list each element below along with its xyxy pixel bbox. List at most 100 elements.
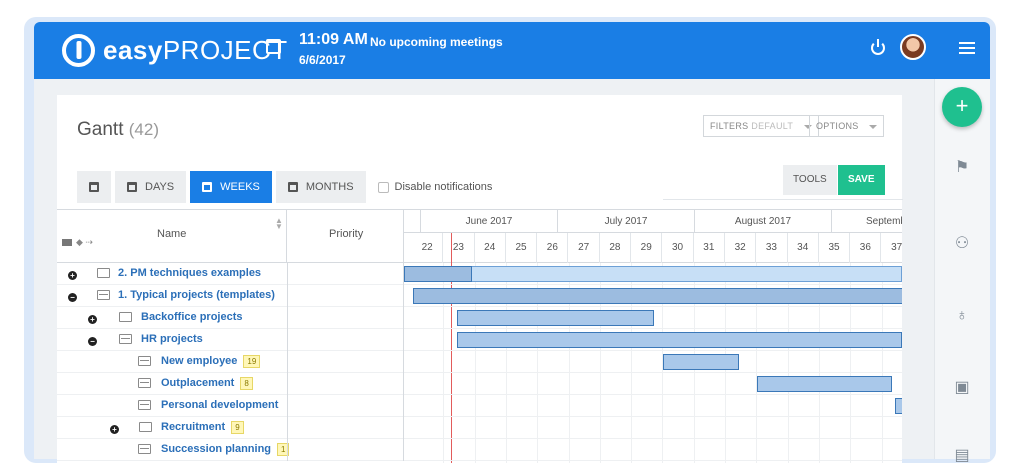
add-button[interactable]: + — [942, 87, 982, 127]
week-header: 22 — [412, 233, 444, 263]
week-header: 30 — [662, 233, 694, 263]
table-row[interactable]: + Recruitment 9 — [57, 417, 902, 439]
folder-icon — [139, 422, 152, 432]
days-button[interactable]: DAYS — [115, 171, 187, 203]
collapse-icon[interactable]: − — [68, 293, 77, 302]
row-label-text: New employee — [161, 355, 238, 367]
row-label[interactable]: HR projects — [141, 333, 203, 345]
name-column-label: Name — [157, 228, 187, 240]
row-label[interactable]: 1. Typical projects (templates) — [118, 289, 275, 301]
week-header: 28 — [600, 233, 632, 263]
week-header: 25 — [506, 233, 538, 263]
expand-icon[interactable]: + — [88, 315, 97, 324]
main-content: Gantt (42) FILTERS DEFAULT OPTIONS DAYS — [34, 79, 934, 463]
row-label[interactable]: Succession planning 1 — [161, 443, 290, 456]
easy-project-logo[interactable]: easyPROJECT — [62, 34, 288, 67]
calendar-icon — [287, 182, 298, 192]
document-icon[interactable]: ▤ — [953, 447, 971, 463]
folder-open-icon — [138, 378, 151, 388]
row-label[interactable]: Personal development — [161, 399, 278, 411]
name-column-header[interactable]: Name ▲ ▼ ◆ ⇢ — [57, 210, 287, 263]
months-button[interactable]: MONTHS — [275, 171, 366, 203]
calendar-icon[interactable] — [266, 39, 281, 54]
table-row[interactable]: New employee 19 — [57, 351, 902, 373]
sort-icon[interactable]: ▲ ▼ — [275, 217, 283, 231]
right-sidebar: + ⚑ ⚇ ♁ ▣ ▤ — [934, 79, 990, 463]
calendar-icon — [127, 182, 137, 192]
week-header: 27 — [569, 233, 600, 263]
table-row[interactable]: Personal development — [57, 395, 902, 417]
app-frame: easyPROJECT 11:09 AM No upcoming meeting… — [24, 17, 996, 463]
weeks-label: WEEKS — [220, 181, 260, 193]
expand-collapse-icon[interactable]: ◆ ⇢ — [76, 237, 93, 248]
upcoming-meetings[interactable]: No upcoming meetings — [370, 35, 503, 49]
collapse-icon[interactable]: − — [88, 337, 97, 346]
week-header: 23 — [443, 233, 475, 263]
priority-cell — [287, 439, 404, 461]
priority-cell — [287, 395, 404, 417]
week-header: 24 — [475, 233, 506, 263]
calendar-toggle-button[interactable] — [77, 171, 111, 203]
logo-bold: easy — [103, 35, 163, 65]
month-header: Septemb — [865, 216, 902, 227]
days-label: DAYS — [145, 181, 175, 193]
folder-open-icon — [138, 400, 151, 410]
week-header: 29 — [631, 233, 663, 263]
disable-notifications-label[interactable]: Disable notifications — [395, 181, 493, 193]
row-label-text: Outplacement — [161, 377, 235, 389]
priority-cell — [287, 285, 404, 307]
expand-icon[interactable]: + — [68, 271, 77, 280]
table-row[interactable]: + Backoffice projects — [57, 307, 902, 329]
week-header: 31 — [694, 233, 725, 263]
save-button[interactable]: SAVE — [838, 165, 885, 195]
filters-label: FILTERS — [710, 121, 749, 131]
user-icon[interactable]: ⚇ — [953, 235, 971, 253]
priority-cell — [287, 329, 404, 351]
table-row[interactable]: − 1. Typical projects (templates) — [57, 285, 902, 307]
options-dropdown[interactable]: OPTIONS — [809, 115, 885, 137]
lightbulb-icon[interactable]: ♁ — [953, 307, 971, 325]
row-label[interactable]: 2. PM techniques examples — [118, 267, 261, 279]
priority-cell — [287, 351, 404, 373]
chevron-down-icon — [869, 124, 878, 129]
avatar[interactable] — [900, 34, 926, 60]
month-header: July 2017 — [558, 210, 695, 233]
week-header: 36 — [850, 233, 882, 263]
filters-dropdown[interactable]: FILTERS DEFAULT — [703, 115, 819, 137]
row-label[interactable]: Backoffice projects — [141, 311, 242, 323]
power-icon[interactable] — [871, 39, 885, 55]
row-label[interactable]: Recruitment 9 — [161, 421, 244, 434]
expand-icon[interactable]: + — [110, 425, 119, 434]
folder-icon — [62, 239, 72, 246]
table-row[interactable]: Succession planning 1 — [57, 439, 902, 461]
table-row[interactable]: + 2. PM techniques examples — [57, 263, 902, 285]
priority-cell — [287, 417, 404, 439]
week-header: 37 — [882, 233, 902, 263]
clipboard-check-icon[interactable]: ▣ — [953, 379, 971, 397]
count-badge: 9 — [231, 421, 244, 434]
week-header: 35 — [819, 233, 851, 263]
zoom-toolbar: DAYS WEEKS MONTHS Disable notifications — [77, 171, 492, 203]
priority-column-header[interactable]: Priority — [287, 210, 404, 263]
current-time: 11:09 AM — [299, 31, 368, 48]
row-label-text: Recruitment — [161, 421, 226, 433]
tools-button[interactable]: TOOLS — [783, 165, 837, 195]
row-label-text: Succession planning — [161, 443, 272, 455]
row-label[interactable]: New employee 19 — [161, 355, 261, 368]
hamburger-menu-icon[interactable] — [959, 42, 975, 54]
priority-column-label: Priority — [329, 228, 364, 240]
disable-notifications-checkbox[interactable] — [377, 181, 389, 193]
top-bar: easyPROJECT 11:09 AM No upcoming meeting… — [34, 22, 990, 79]
month-header-gap — [404, 210, 421, 233]
table-row[interactable]: − HR projects — [57, 329, 902, 351]
row-label[interactable]: Outplacement 8 — [161, 377, 253, 390]
priority-cell — [287, 263, 404, 285]
month-header: August 2017 — [695, 210, 832, 233]
count-badge: 19 — [243, 355, 261, 368]
months-label: MONTHS — [305, 181, 354, 193]
weeks-button[interactable]: WEEKS — [190, 171, 272, 203]
flag-icon[interactable]: ⚑ — [953, 159, 971, 177]
page-title: Gantt (42) — [77, 119, 159, 141]
month-header-row: June 2017 July 2017 August 2017 Septemb — [404, 210, 902, 233]
table-row[interactable]: Outplacement 8 — [57, 373, 902, 395]
